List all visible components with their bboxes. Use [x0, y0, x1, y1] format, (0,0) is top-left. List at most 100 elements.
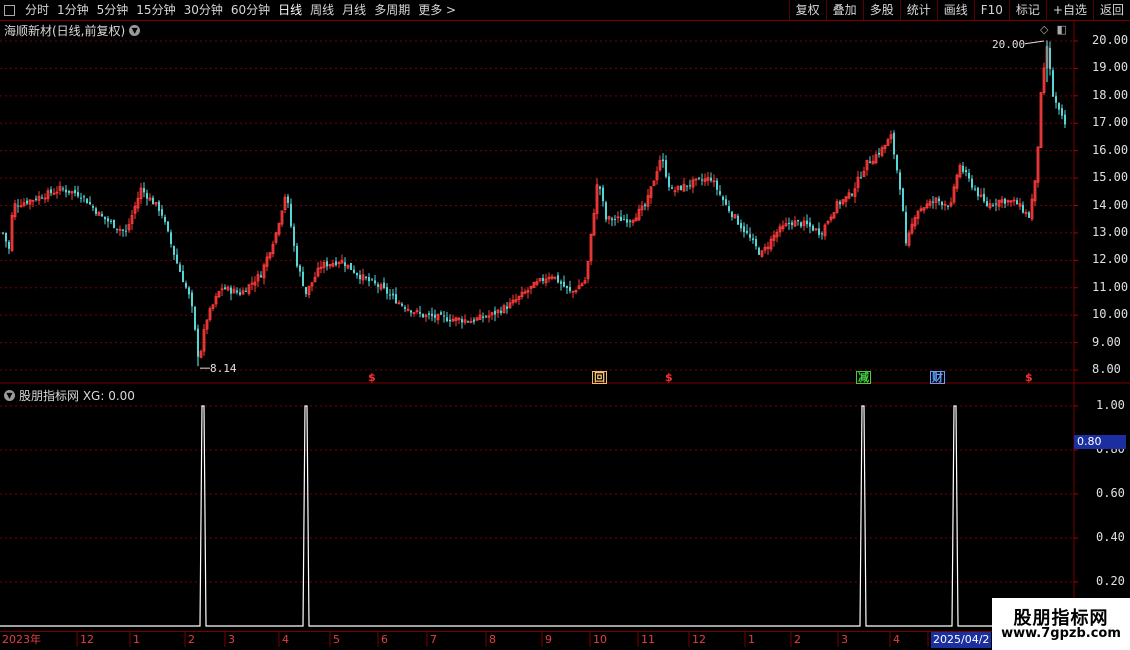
- candle-body: [296, 245, 298, 267]
- candle-body: [671, 187, 673, 189]
- candle-body: [412, 312, 416, 314]
- event-marker[interactable]: $: [1025, 371, 1033, 384]
- candle-body: [649, 186, 653, 198]
- candle-body: [104, 216, 106, 220]
- candle-body: [127, 224, 131, 231]
- candle-body: [70, 191, 74, 194]
- candle-body: [778, 226, 782, 233]
- toolbar-button[interactable]: F10: [973, 0, 1009, 20]
- candle-body: [86, 198, 88, 204]
- toolbar-button[interactable]: 多股: [862, 0, 900, 20]
- candle-body: [706, 176, 710, 181]
- candle-body: [122, 229, 124, 231]
- candle-body: [583, 280, 587, 284]
- candle-body: [883, 144, 887, 149]
- candle-body: [511, 299, 515, 304]
- candle-body: [749, 234, 751, 238]
- candle-body: [110, 220, 112, 222]
- period-tab[interactable]: 分时: [21, 0, 53, 20]
- candle-body: [337, 262, 341, 265]
- candle-body: [997, 200, 1001, 207]
- candlestick-chart[interactable]: [0, 0, 1130, 650]
- toolbar-button[interactable]: 返回: [1092, 0, 1130, 20]
- candle-body: [277, 223, 281, 235]
- candle-body: [383, 282, 385, 288]
- panel-toggle-icon[interactable]: ◧: [1056, 23, 1066, 36]
- cursor-value-badge: 0.80: [1074, 435, 1126, 449]
- toolbar-button[interactable]: 叠加: [825, 0, 863, 20]
- period-tab[interactable]: 60分钟: [227, 0, 274, 20]
- period-tab[interactable]: 15分钟: [132, 0, 179, 20]
- chevron-down-icon[interactable]: ▼: [4, 390, 15, 401]
- candle-body: [1061, 108, 1063, 116]
- period-tab[interactable]: 周线: [306, 0, 338, 20]
- toolbar-button[interactable]: 复权: [788, 0, 826, 20]
- candle-body: [889, 134, 893, 140]
- candle-body: [595, 184, 599, 214]
- candle-body: [77, 191, 79, 197]
- chevron-down-icon[interactable]: ▼: [129, 25, 141, 36]
- period-tab[interactable]: 多周期: [370, 0, 414, 20]
- candle-body: [428, 313, 430, 315]
- candle-body: [983, 193, 985, 202]
- toolbar-button[interactable]: 画线: [936, 0, 974, 20]
- candle-body: [1039, 92, 1043, 148]
- candle-body: [844, 196, 848, 202]
- candle-body: [737, 215, 739, 225]
- event-marker[interactable]: 减: [856, 371, 871, 384]
- event-marker[interactable]: 财: [930, 371, 945, 384]
- period-tab[interactable]: 日线: [274, 0, 306, 20]
- toolbar-button[interactable]: 统计: [899, 0, 937, 20]
- candle-body: [626, 219, 628, 223]
- candle-body: [853, 188, 857, 197]
- event-marker[interactable]: $: [368, 371, 376, 384]
- period-tab[interactable]: 更多 >: [414, 0, 460, 20]
- candle-body: [812, 225, 814, 231]
- period-tab[interactable]: 30分钟: [180, 0, 227, 20]
- main-chart-title: 海顺新材(日线,前复权) ▼: [4, 22, 141, 39]
- period-tab[interactable]: 1分钟: [53, 0, 93, 20]
- candle-body: [1028, 212, 1030, 218]
- candle-body: [689, 185, 691, 187]
- period-tab[interactable]: 月线: [338, 0, 370, 20]
- candle-body: [365, 276, 367, 279]
- candle-body: [716, 180, 718, 190]
- candle-body: [766, 246, 770, 249]
- candle-body: [947, 205, 949, 207]
- candle-body: [80, 197, 82, 199]
- candle-body: [791, 222, 793, 225]
- candle-body: [214, 296, 218, 305]
- candle-body: [995, 203, 997, 205]
- event-marker[interactable]: $: [665, 371, 673, 384]
- period-tab[interactable]: 5分钟: [93, 0, 133, 20]
- candle-body: [167, 221, 169, 232]
- candle-body: [847, 192, 851, 199]
- candle-body: [1045, 46, 1049, 69]
- candle-body: [691, 179, 695, 188]
- low-price-annotation: 8.14: [210, 362, 237, 375]
- event-marker[interactable]: 回: [592, 371, 607, 384]
- price-tick-label: 19.00: [1092, 60, 1129, 75]
- candle-body: [1024, 211, 1028, 214]
- candle-body: [245, 290, 247, 292]
- candle-body: [566, 285, 568, 288]
- candle-body: [629, 220, 631, 222]
- window-toggle-icon[interactable]: [4, 4, 15, 16]
- candle-body: [905, 211, 907, 244]
- candle-body: [62, 188, 64, 190]
- chart-corner-icons: ◇ ◧: [1040, 23, 1067, 36]
- candle-body: [473, 319, 475, 322]
- candle-body: [478, 314, 482, 321]
- candle-body: [841, 199, 845, 205]
- candle-body: [733, 214, 737, 219]
- candle-body: [26, 200, 28, 204]
- candle-body: [886, 139, 890, 146]
- diamond-icon[interactable]: ◇: [1040, 23, 1048, 36]
- candle-body: [703, 178, 707, 182]
- candle-body: [368, 277, 370, 282]
- toolbar-button[interactable]: +自选: [1045, 0, 1093, 20]
- toolbar-button[interactable]: 标记: [1008, 0, 1046, 20]
- candle-body: [415, 310, 419, 313]
- candle-body: [143, 188, 145, 193]
- candle-body: [962, 165, 964, 172]
